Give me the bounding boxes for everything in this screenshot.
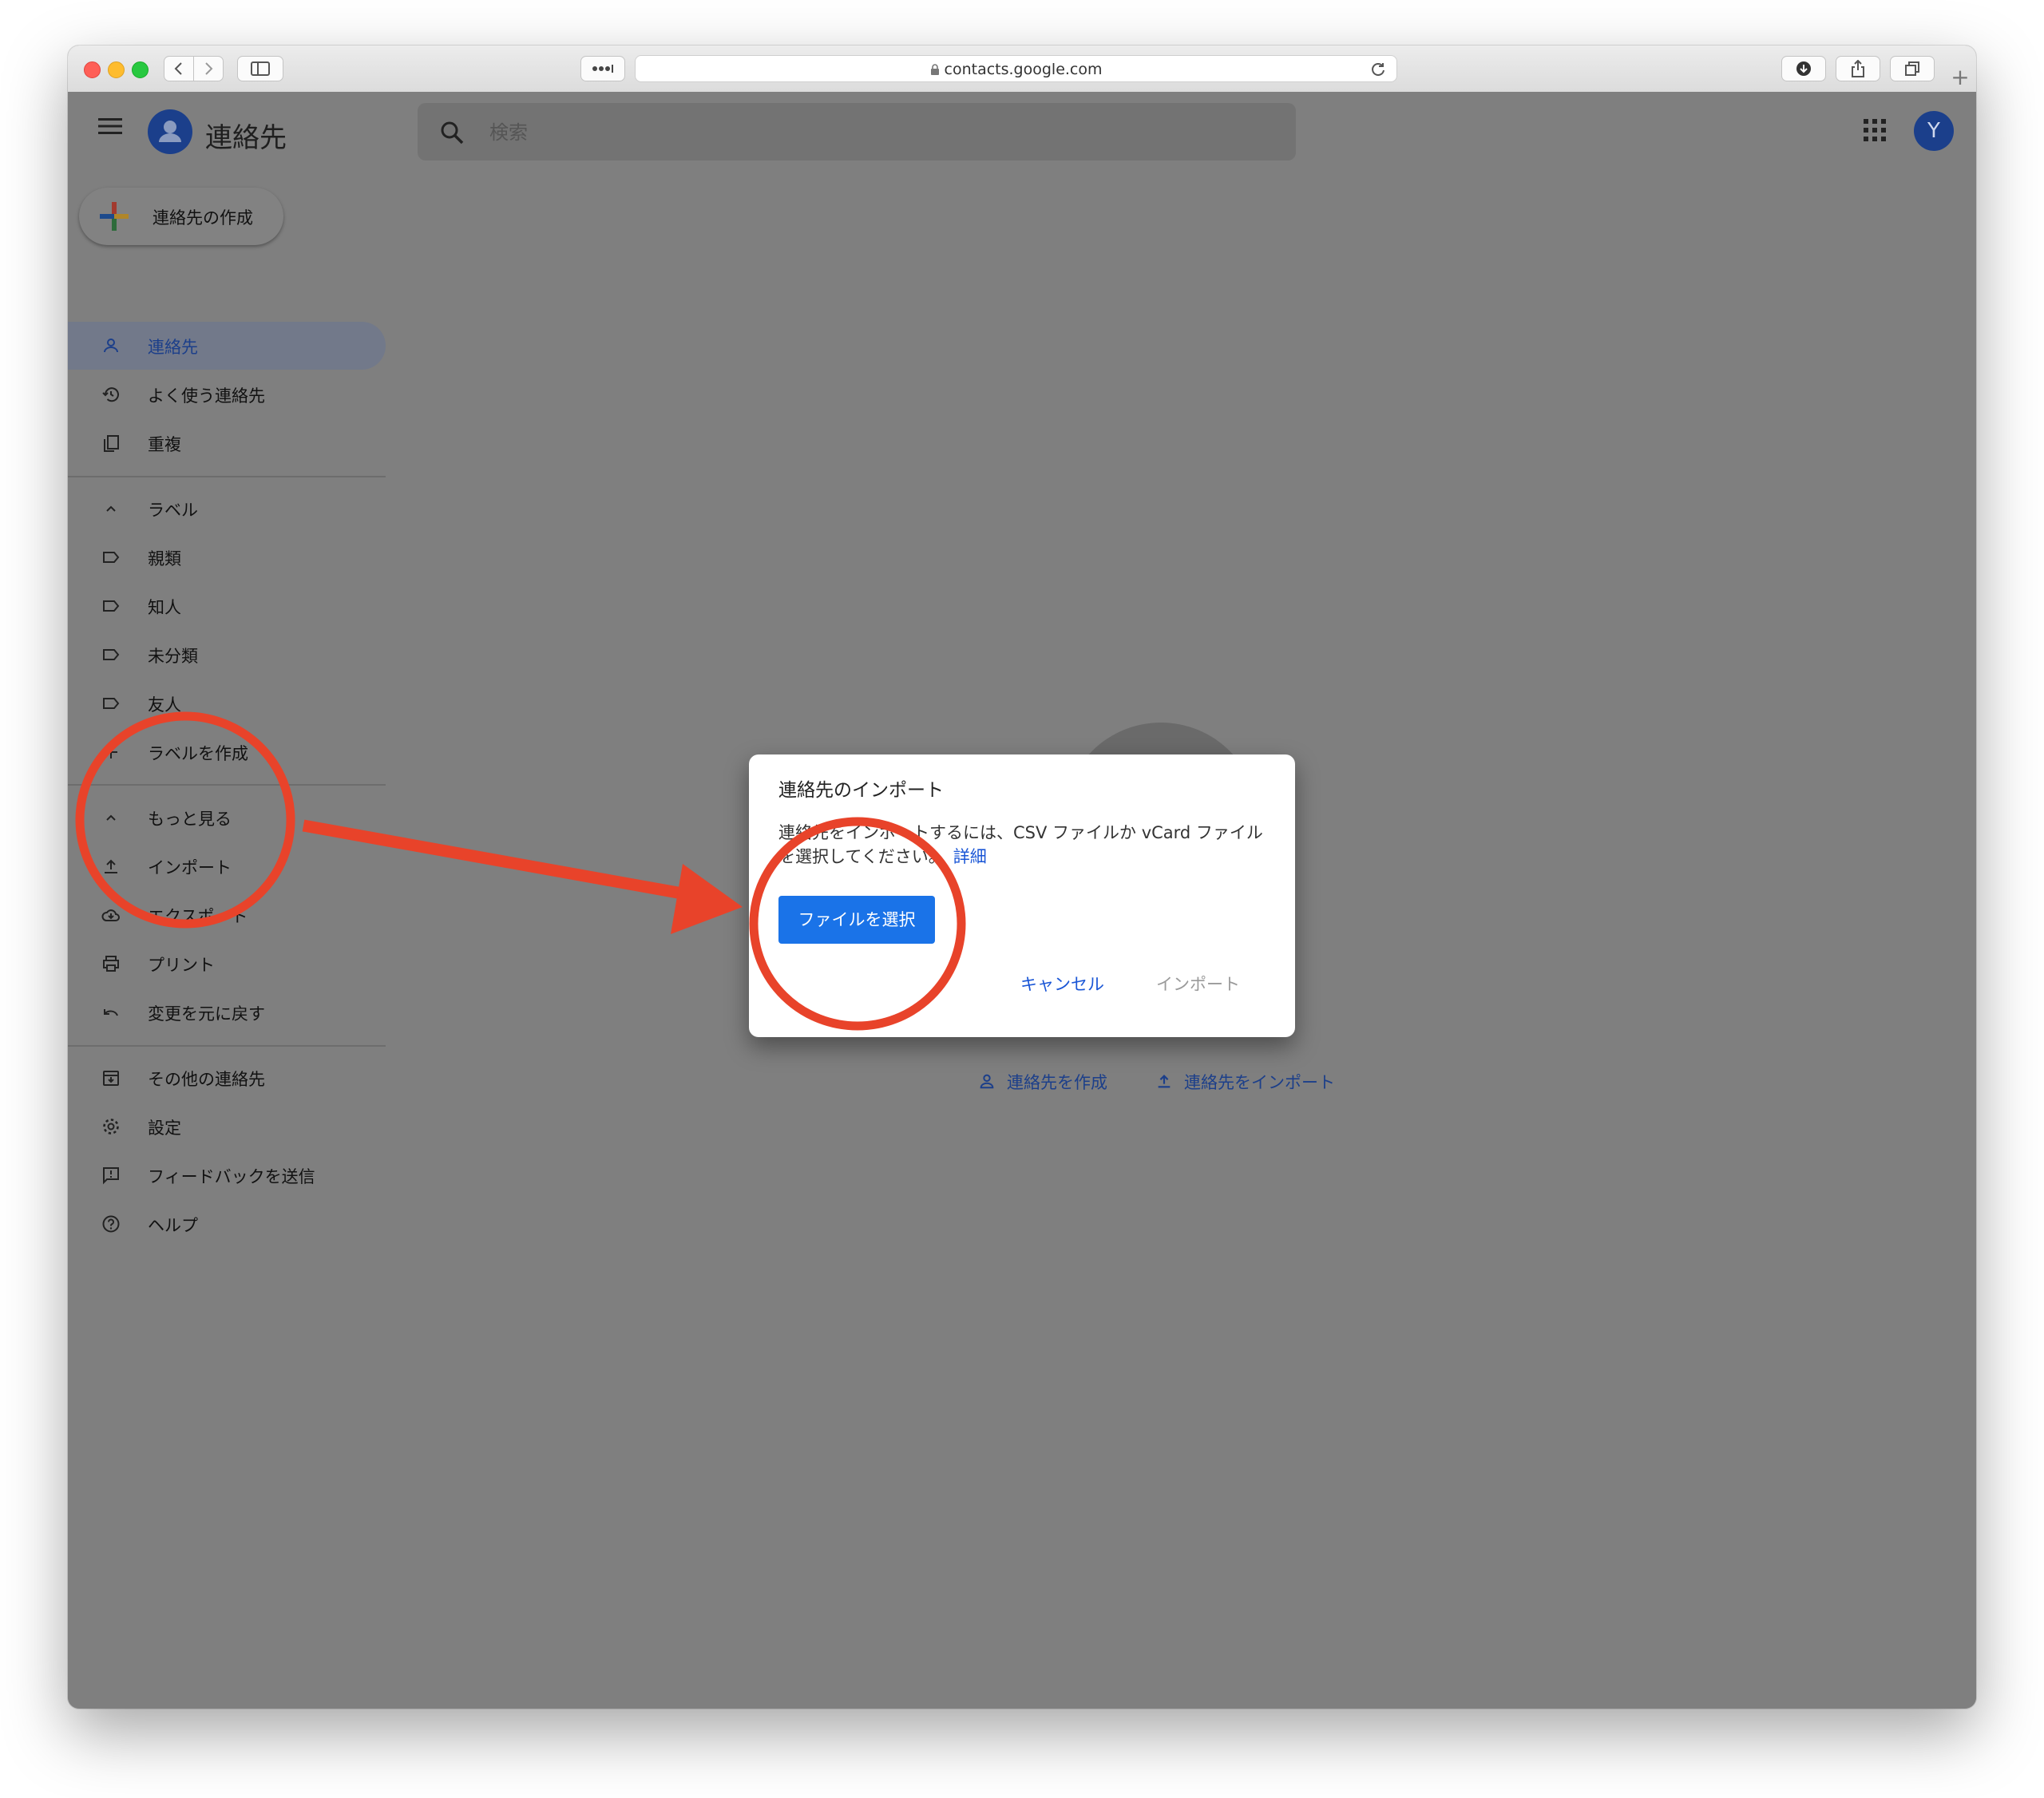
- archive-icon: [103, 1071, 119, 1086]
- plus-icon: [105, 746, 117, 758]
- label-icon: [103, 552, 120, 563]
- browser-window: contacts.google.com + 連絡先 Y: [68, 46, 1976, 1709]
- minimize-window-button[interactable]: [108, 61, 125, 78]
- extensions-button[interactable]: [580, 56, 625, 81]
- create-contact-label: 連絡先の作成: [153, 208, 253, 228]
- browser-toolbar: contacts.google.com +: [68, 46, 1976, 93]
- sidebar-item-label-family[interactable]: 親類: [68, 533, 386, 581]
- sidebar-item-undo-changes[interactable]: 変更を元に戻す: [68, 988, 386, 1036]
- tabs-overview-button[interactable]: [1890, 56, 1935, 81]
- chevron-left-icon: [174, 62, 182, 75]
- hamburger-menu-icon[interactable]: [98, 117, 122, 135]
- copy-icon: [104, 435, 119, 452]
- download-icon: [1796, 61, 1811, 76]
- zoom-window-button[interactable]: [132, 61, 149, 78]
- sidebar-item-import[interactable]: インポート: [68, 842, 386, 890]
- empty-create-contact-label: 連絡先を作成: [1007, 1073, 1107, 1092]
- person-icon: [104, 339, 118, 353]
- sidebar-divider: [68, 784, 386, 786]
- print-icon: [103, 956, 119, 972]
- search-input[interactable]: [488, 114, 1274, 151]
- more-icon: [592, 65, 613, 73]
- sidebar-item-export[interactable]: エクスポート: [68, 891, 386, 939]
- sidebar-item-duplicates[interactable]: 重複: [68, 419, 386, 467]
- cloud-download-icon: [101, 909, 120, 921]
- sidebar-item-labels-toggle[interactable]: ラベル: [68, 485, 386, 533]
- label-icon: [103, 698, 120, 709]
- sidebar-toggle-button[interactable]: [237, 56, 283, 81]
- sidebar-item-help[interactable]: ヘルプ: [68, 1200, 386, 1248]
- details-link[interactable]: 詳細: [953, 847, 987, 866]
- cancel-button[interactable]: キャンセル: [1020, 972, 1104, 996]
- create-contact-button[interactable]: 連絡先の作成: [79, 188, 283, 245]
- share-button[interactable]: [1836, 56, 1880, 81]
- back-button[interactable]: [164, 56, 194, 81]
- contacts-logo-icon: [148, 109, 192, 154]
- upload-icon: [105, 859, 117, 873]
- dialog-body: 連絡先をインポートするには、CSV ファイルか vCard ファイルを選択してく…: [778, 821, 1274, 869]
- downloads-button[interactable]: [1781, 56, 1826, 81]
- chevron-up-icon: [106, 814, 116, 821]
- sidebar-item-other-contacts[interactable]: その他の連絡先: [68, 1054, 386, 1102]
- undo-icon: [104, 1009, 118, 1016]
- chevron-right-icon: [205, 62, 213, 75]
- sidebar-item-feedback[interactable]: フィードバックを送信: [68, 1151, 386, 1199]
- sidebar-item-contacts[interactable]: 連絡先: [68, 322, 386, 370]
- forward-button[interactable]: [193, 56, 224, 81]
- apps-grid-icon[interactable]: [1864, 119, 1886, 141]
- sidebar-item-frequent[interactable]: よく使う連絡先: [68, 370, 386, 418]
- import-dialog: 連絡先のインポート 連絡先をインポートするには、CSV ファイルか vCard …: [749, 754, 1295, 1037]
- choose-file-button[interactable]: ファイルを選択: [778, 896, 935, 944]
- app-title: 連絡先: [205, 122, 287, 154]
- sidebar-divider: [68, 1045, 386, 1047]
- colorful-plus-icon: [100, 202, 129, 231]
- share-icon: [1852, 60, 1864, 77]
- import-button[interactable]: インポート: [1156, 972, 1240, 996]
- empty-create-contact-link[interactable]: 連絡先を作成: [978, 1070, 1107, 1094]
- url-text: contacts.google.com: [944, 61, 1103, 78]
- person-icon: [980, 1074, 994, 1089]
- sidebar-item-create-label[interactable]: ラベルを作成: [68, 728, 386, 776]
- sidebar-item-settings[interactable]: 設定: [68, 1103, 386, 1150]
- label-icon: [103, 649, 120, 660]
- empty-import-contacts-label: 連絡先をインポート: [1184, 1073, 1335, 1092]
- upload-icon: [1158, 1075, 1171, 1088]
- feedback-icon: [103, 1167, 119, 1185]
- sidebar-divider: [68, 476, 386, 477]
- close-window-button[interactable]: [84, 61, 101, 78]
- address-bar[interactable]: contacts.google.com: [635, 55, 1397, 82]
- sidebar-item-label-uncategorized[interactable]: 未分類: [68, 631, 386, 679]
- sidebar-item-more-toggle[interactable]: もっと見る: [68, 794, 386, 842]
- sidebar-item-label-acquaintance[interactable]: 知人: [68, 582, 386, 630]
- history-icon: [102, 387, 119, 402]
- chevron-up-icon: [106, 505, 116, 512]
- new-tab-button[interactable]: +: [1944, 63, 1976, 92]
- empty-import-contacts-link[interactable]: 連絡先をインポート: [1155, 1070, 1335, 1094]
- tabs-icon: [1905, 61, 1919, 76]
- dialog-body-text: 連絡先をインポートするには、CSV ファイルか vCard ファイルを選択してく…: [778, 823, 1263, 866]
- search-bar[interactable]: [418, 103, 1296, 160]
- account-avatar[interactable]: Y: [1914, 111, 1954, 151]
- sidebar-icon: [251, 61, 270, 76]
- gear-icon: [103, 1119, 119, 1135]
- dialog-title: 連絡先のインポート: [778, 780, 944, 801]
- reload-icon[interactable]: [1371, 62, 1385, 77]
- lock-icon: [930, 64, 939, 75]
- help-icon: [102, 1215, 120, 1233]
- sidebar-item-label-friends[interactable]: 友人: [68, 679, 386, 727]
- contacts-app: 連絡先 Y 連絡先の作成 連絡先 よく使う連絡先: [68, 92, 1976, 1709]
- search-icon: [441, 121, 464, 145]
- label-icon: [103, 600, 120, 612]
- sidebar-item-print[interactable]: プリント: [68, 940, 386, 988]
